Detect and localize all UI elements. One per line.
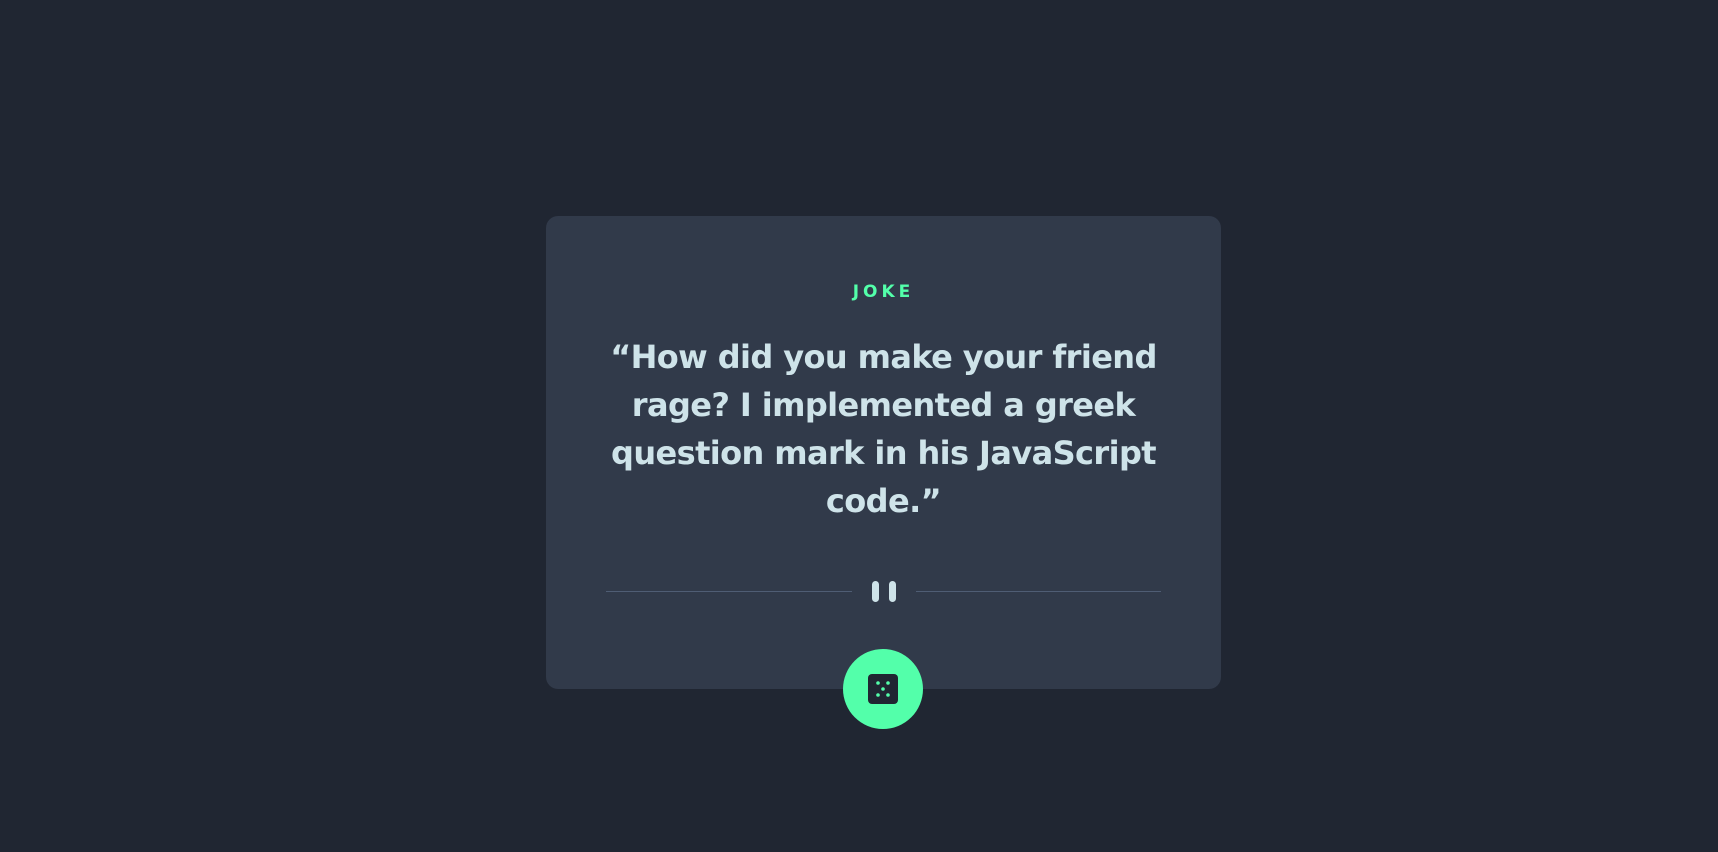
divider-line-left (606, 590, 852, 592)
divider-line-right (915, 590, 1161, 592)
pause-icon (852, 578, 916, 604)
joke-heading: JOKE (852, 282, 915, 302)
dice-icon (868, 674, 898, 704)
joke-text: “How did you make your friend rage? I im… (610, 338, 1157, 520)
generate-joke-button[interactable] (843, 649, 923, 729)
pause-bar-right (888, 580, 896, 602)
pause-bar-left (871, 580, 879, 602)
divider (606, 578, 1161, 604)
joke-card: JOKE “How did you make your friend rage?… (546, 216, 1221, 689)
